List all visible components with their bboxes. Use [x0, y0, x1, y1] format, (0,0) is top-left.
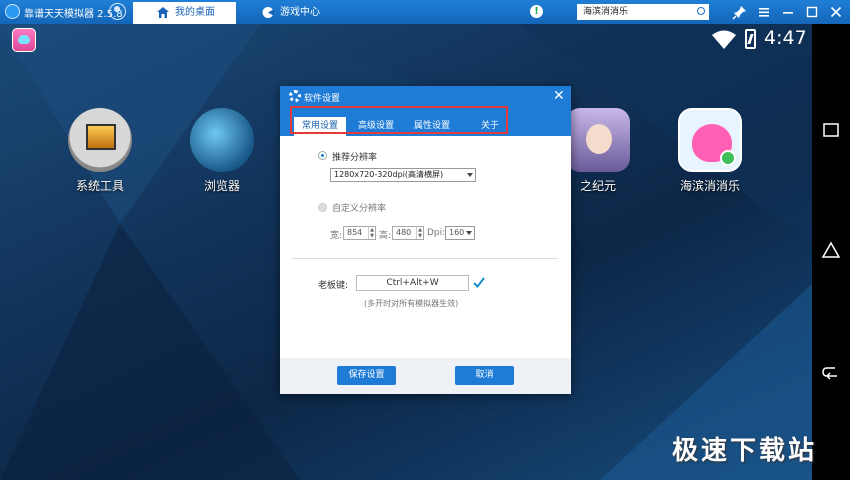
recommended-resolution-label: 推荐分辨率 — [332, 153, 378, 163]
dialog-header: 软件设置 ✕ 常用设置 高级设置 属性设置 关于 — [280, 86, 571, 136]
dpi-label: Dpi: — [427, 228, 446, 238]
search-input[interactable]: 海滨消消乐 — [577, 4, 709, 20]
divider — [292, 258, 558, 259]
search-value: 海滨消消乐 — [583, 7, 629, 17]
gear-icon — [289, 90, 301, 102]
game-center-icon — [262, 7, 274, 18]
notice-icon[interactable]: ! — [530, 5, 543, 18]
wifi-icon — [712, 30, 736, 49]
status-bar: 4:47 — [0, 24, 812, 54]
dialog-close-icon[interactable]: ✕ — [553, 88, 565, 104]
height-stepper[interactable]: 480 ▲ ▼ — [392, 226, 424, 240]
game-era-icon — [566, 108, 630, 172]
width-stepper[interactable]: 854 ▲ ▼ — [343, 226, 376, 240]
tab-label: 游戏中心 — [280, 7, 320, 18]
tab-label: 我的桌面 — [175, 7, 215, 18]
tabs-highlight-box — [290, 106, 508, 134]
candy-game-icon — [678, 108, 742, 172]
dpi-value: 160 — [449, 228, 465, 237]
app-candy-game[interactable]: 海滨消消乐 — [660, 108, 760, 194]
user-account-icon[interactable] — [109, 3, 126, 20]
watermark: 极速下载站 — [672, 436, 818, 466]
recommended-resolution-select[interactable]: 1280x720-320dpi(高清横屏) — [330, 168, 476, 182]
stepper-arrows-icon[interactable]: ▲ ▼ — [368, 227, 375, 239]
save-settings-button[interactable]: 保存设置 — [337, 366, 396, 385]
boss-key-hint: (多开时对所有模拟器生效) — [364, 299, 459, 308]
app-browser[interactable]: 浏览器 — [172, 108, 272, 194]
clock: 4:47 — [764, 27, 807, 49]
app-title: 靠谱天天模拟器 2.5.8 — [24, 9, 123, 20]
cancel-button[interactable]: 取消 — [455, 366, 514, 385]
home-icon[interactable] — [821, 240, 841, 260]
close-icon[interactable] — [827, 3, 845, 21]
dialog-footer: 保存设置 取消 — [280, 358, 571, 394]
chevron-down-icon — [466, 231, 472, 235]
dpi-select[interactable]: 160 — [445, 226, 475, 240]
recents-icon[interactable] — [821, 120, 841, 140]
app-logo-icon — [5, 4, 20, 19]
chevron-down-icon — [467, 173, 473, 177]
boss-key-label: 老板键: — [318, 281, 349, 291]
maximize-icon[interactable] — [803, 3, 821, 21]
system-tools-icon — [68, 108, 132, 172]
width-value: 854 — [347, 228, 363, 237]
width-label: 宽: — [330, 231, 343, 241]
home-icon — [157, 7, 169, 18]
tab-game-center[interactable]: 游戏中心 — [238, 2, 341, 24]
menu-icon[interactable] — [755, 3, 773, 21]
app-system-tools[interactable]: 系统工具 — [50, 108, 150, 194]
select-value: 1280x720-320dpi(高清横屏) — [334, 170, 444, 179]
pin-icon[interactable] — [731, 3, 749, 21]
title-bar: 靠谱天天模拟器 2.5.8 我的桌面 游戏中心 ! 海滨消消乐 — [0, 0, 850, 24]
minimize-icon[interactable] — [779, 3, 797, 21]
tab-my-desktop[interactable]: 我的桌面 — [133, 2, 236, 24]
candy-game-shortcut-icon[interactable] — [12, 28, 36, 52]
dialog-title: 软件设置 — [304, 94, 341, 104]
recommended-resolution-radio[interactable] — [318, 151, 327, 160]
height-label: 高: — [379, 231, 392, 241]
app-label: 海滨消消乐 — [679, 179, 740, 193]
stepper-arrows-icon[interactable]: ▲ ▼ — [416, 227, 423, 239]
back-icon[interactable] — [821, 363, 841, 383]
check-icon — [473, 277, 485, 289]
android-nav-bar — [812, 24, 850, 480]
custom-resolution-label: 自定义分辨率 — [332, 204, 387, 214]
settings-dialog: 软件设置 ✕ 常用设置 高级设置 属性设置 关于 推荐分辨率 1280x720-… — [280, 86, 571, 394]
browser-icon — [190, 108, 254, 172]
app-label: 系统工具 — [75, 179, 124, 193]
custom-resolution-radio[interactable] — [318, 203, 327, 212]
search-icon[interactable] — [697, 7, 705, 15]
battery-icon — [745, 29, 756, 49]
boss-key-input[interactable]: Ctrl+Alt+W — [356, 275, 469, 291]
height-value: 480 — [396, 228, 412, 237]
app-label: 浏览器 — [203, 179, 240, 193]
